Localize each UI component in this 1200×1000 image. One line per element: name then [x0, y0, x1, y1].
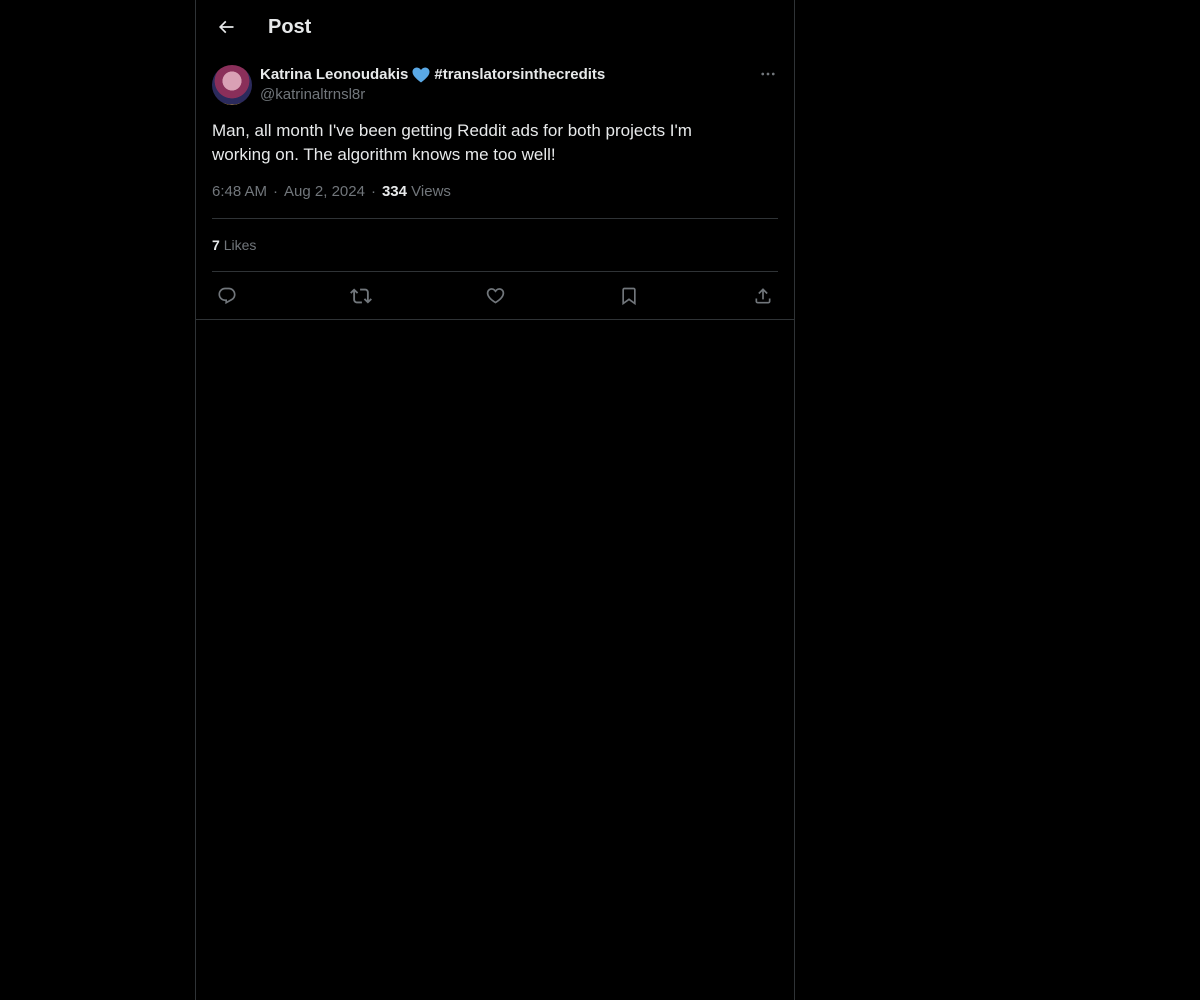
meta-separator: · — [273, 183, 279, 200]
repost-icon — [350, 285, 372, 307]
post-text: Man, all month I've been getting Reddit … — [212, 121, 692, 164]
post-meta: 6:48 AM · Aug 2, 2024 · 334 Views — [212, 182, 778, 219]
reply-icon — [217, 286, 237, 306]
more-icon — [759, 65, 777, 83]
author-hashtag[interactable]: #translatorsinthecredits — [434, 65, 605, 85]
more-options-button[interactable] — [758, 64, 778, 84]
likes-label: Likes — [223, 237, 257, 253]
heart-icon — [485, 285, 506, 306]
bookmark-button[interactable] — [618, 285, 640, 307]
action-bar — [212, 272, 778, 319]
like-button[interactable] — [484, 285, 506, 307]
post-date[interactable]: Aug 2, 2024 — [284, 183, 365, 200]
arrow-left-icon — [216, 17, 236, 37]
views-count: 334 — [381, 183, 407, 200]
post-time[interactable]: 6:48 AM — [212, 183, 267, 200]
author-handle[interactable]: @katrinaltrnsl8r — [260, 85, 605, 105]
author-name-line: Katrina Leonoudakis #translatorsinthecre… — [260, 65, 605, 85]
share-icon — [753, 286, 773, 306]
likes-count: 7 — [212, 237, 220, 253]
author-info: Katrina Leonoudakis #translatorsinthecre… — [260, 65, 605, 105]
back-button[interactable] — [214, 15, 238, 39]
likes-row[interactable]: 7 Likes — [212, 219, 778, 272]
bookmark-icon — [619, 286, 639, 306]
author-row: Katrina Leonoudakis #translatorsinthecre… — [212, 54, 778, 105]
author-name[interactable]: Katrina Leonoudakis — [260, 65, 408, 85]
views-label: Views — [411, 183, 451, 200]
page-title: Post — [268, 15, 312, 38]
main-column: Post Katrina Leonoudakis #translatorsint… — [195, 0, 795, 1000]
post: Katrina Leonoudakis #translatorsinthecre… — [196, 54, 794, 320]
meta-separator: · — [370, 183, 376, 200]
avatar[interactable] — [212, 65, 252, 105]
blue-heart-icon — [412, 67, 430, 83]
reply-button[interactable] — [216, 285, 238, 307]
share-button[interactable] — [752, 285, 774, 307]
post-header: Post — [196, 0, 794, 54]
repost-button[interactable] — [350, 285, 372, 307]
